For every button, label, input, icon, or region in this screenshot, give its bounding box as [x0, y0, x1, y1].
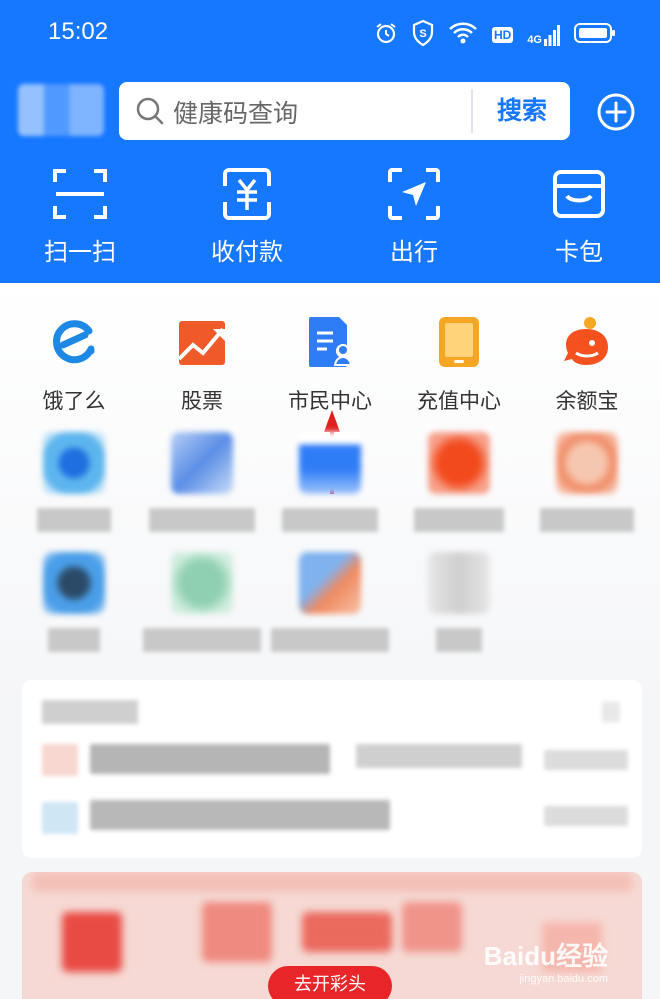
blurred-app[interactable] [142, 432, 262, 532]
list-item[interactable] [544, 750, 628, 770]
blurred-app[interactable] [270, 552, 390, 652]
eleme-icon [49, 315, 99, 369]
list-item[interactable] [90, 800, 390, 830]
payment-icon [219, 166, 275, 222]
search-divider [471, 89, 473, 133]
battery-icon [574, 22, 616, 48]
blurred-app[interactable] [142, 552, 262, 652]
search-button[interactable]: 搜索 [474, 82, 570, 140]
alarm-icon [374, 21, 398, 49]
add-button[interactable] [596, 92, 636, 132]
quick-action-label: 卡包 [555, 238, 603, 266]
status-bar: 15:02 S HD 4G [0, 0, 660, 66]
stock-icon [177, 315, 227, 369]
blurred-app[interactable] [14, 432, 134, 532]
list-item-icon [42, 744, 78, 776]
travel-icon [386, 166, 442, 222]
promo-banner[interactable]: 去开彩头 Baidu经验 jingyan.baidu.com [22, 872, 642, 999]
network-type-label: 4G [527, 34, 542, 46]
info-card[interactable] [22, 680, 642, 858]
quick-action-label: 扫一扫 [44, 238, 116, 266]
app-eleme[interactable]: 饿了么 [14, 315, 134, 415]
status-icons: S HD 4G [374, 19, 616, 50]
search-input[interactable]: 健康码查询 [173, 94, 298, 130]
watermark-text: Baidu经验 [483, 941, 608, 971]
quick-actions: 扫一扫 收付款 出行 卡包 [0, 160, 660, 270]
list-item[interactable] [90, 744, 330, 774]
shield-icon: S [412, 19, 434, 50]
blurred-app[interactable] [270, 432, 390, 532]
signal-4g-icon: 4G [527, 24, 560, 46]
app-label: 饿了么 [42, 389, 106, 413]
blurred-app[interactable] [399, 432, 519, 532]
search-bar[interactable]: 健康码查询 搜索 [119, 82, 570, 140]
app-citizen-center[interactable]: 市民中心 [270, 315, 390, 415]
header: 15:02 S HD 4G 健康码查询 搜索 扫一扫 收付款 出行 卡包 [0, 0, 660, 283]
wifi-icon [448, 21, 478, 49]
watermark: Baidu经验 jingyan.baidu.com [484, 936, 608, 985]
app-yuebao[interactable]: 余额宝 [527, 315, 647, 415]
list-item-icon [42, 802, 78, 834]
blurred-app[interactable] [399, 552, 519, 652]
hd-icon: HD [491, 27, 514, 43]
quick-action-card-wallet[interactable]: 卡包 [519, 160, 639, 267]
blurred-app[interactable] [14, 552, 134, 652]
quick-action-scan[interactable]: 扫一扫 [20, 160, 140, 267]
list-item[interactable] [356, 744, 522, 768]
card-title [42, 700, 138, 724]
promo-button[interactable]: 去开彩头 [268, 966, 392, 999]
app-label: 余额宝 [555, 389, 619, 413]
app-label: 股票 [181, 389, 223, 413]
app-stock[interactable]: 股票 [142, 315, 262, 415]
card-more[interactable] [602, 702, 620, 722]
citizen-center-icon [305, 315, 355, 369]
quick-action-label: 收付款 [211, 238, 283, 266]
app-recharge-center[interactable]: 充值中心 [399, 315, 519, 415]
quick-action-travel[interactable]: 出行 [354, 160, 474, 267]
search-icon [135, 96, 165, 130]
plus-circle-icon [597, 93, 635, 131]
quick-action-label: 出行 [390, 238, 438, 266]
quick-action-payment[interactable]: 收付款 [187, 160, 307, 267]
blurred-app[interactable] [527, 432, 647, 532]
card-wallet-icon [551, 166, 607, 222]
scan-icon [52, 166, 108, 222]
list-item[interactable] [544, 806, 628, 826]
avatar[interactable] [18, 84, 104, 136]
app-label: 充值中心 [417, 389, 501, 413]
recharge-icon [434, 315, 484, 369]
svg-text:S: S [419, 28, 426, 40]
status-time: 15:02 [48, 18, 109, 45]
watermark-subtext: jingyan.baidu.com [519, 973, 608, 985]
yuebao-icon [562, 315, 612, 369]
